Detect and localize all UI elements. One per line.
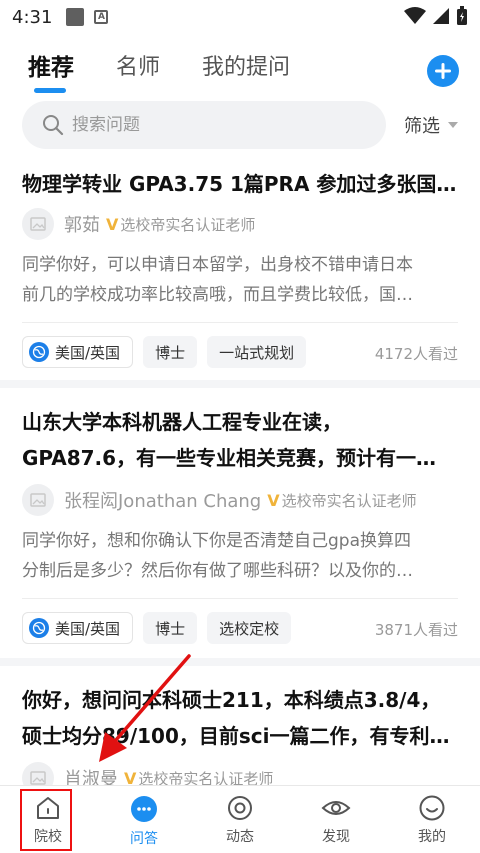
tag-region[interactable]: 美国/英国 xyxy=(22,336,134,368)
filter-button[interactable]: 筛选 xyxy=(404,112,458,138)
tag-label: 选校定校 xyxy=(219,619,280,638)
tab-my-questions[interactable]: 我的提问 xyxy=(202,48,290,88)
author-row[interactable]: 郭茹 V 选校帝实名认证老师 xyxy=(22,208,255,240)
question-card[interactable]: 物理学转业 GPA3.75 1篇PRA 参加过多张国… 郭茹 V 选校帝实名认证… xyxy=(0,160,480,382)
nav-item-mine[interactable]: 我的 xyxy=(384,786,480,853)
tab-label: 我的提问 xyxy=(202,55,291,80)
status-time: 4:31 xyxy=(12,6,53,28)
question-title: 物理学转业 GPA3.75 1篇PRA 参加过多张国… xyxy=(22,166,458,202)
search-input[interactable] xyxy=(72,115,352,135)
circle-dot-icon xyxy=(228,796,252,820)
tab-teachers[interactable]: 名师 xyxy=(116,48,160,88)
tag-label: 一站式规划 xyxy=(219,343,295,362)
answer-line: 分制后是多少？然后你有做了哪些科研？以及你的… xyxy=(22,561,413,581)
search-bar[interactable] xyxy=(22,101,386,149)
chat-bubble-icon xyxy=(131,796,157,822)
notification-a-icon: A xyxy=(94,10,109,24)
nav-item-schools[interactable]: 院校 xyxy=(0,786,96,853)
tag-label: 博士 xyxy=(155,619,186,638)
bottom-nav: 院校 问答 动态 发现 我的 xyxy=(0,785,480,853)
tag-label: 博士 xyxy=(155,343,186,362)
view-count: 3871人看过 xyxy=(374,621,458,639)
answer-preview: 同学你好，可以申请日本留学，出身校不错申请日本 前几的学校成功率比较高哦，而且学… xyxy=(22,250,458,310)
notification-square-icon xyxy=(66,8,85,26)
tag-row: 美国/英国 博士 选校定校 xyxy=(22,612,301,644)
tab-recommend[interactable]: 推荐 xyxy=(28,48,74,93)
nav-label: 院校 xyxy=(34,829,62,845)
card-separator xyxy=(0,380,480,388)
tag-label: 美国/英国 xyxy=(55,343,121,362)
header-tabs: 推荐 名师 我的提问 xyxy=(28,48,332,93)
verified-v-icon: V xyxy=(124,768,137,786)
answer-line: 同学你好，想和你确认下你是否清楚自己gpa换算四 xyxy=(22,531,411,551)
signal-icon xyxy=(433,8,449,24)
status-icons xyxy=(404,6,468,26)
dropdown-triangle-icon xyxy=(448,122,458,128)
globe-icon xyxy=(29,618,49,638)
search-icon xyxy=(43,115,64,136)
status-bar: 4:31 A xyxy=(0,0,480,34)
question-title-line: 你好，想问问本科硕士211，本科绩点3.8/4， xyxy=(22,688,441,712)
question-title-line: 物理学转业 GPA3.75 1篇PRA 参加过多张国… xyxy=(22,172,457,196)
tag-region[interactable]: 美国/英国 xyxy=(22,612,134,644)
answer-line: 同学你好，可以申请日本留学，出身校不错申请日本 xyxy=(22,255,413,275)
active-tab-indicator xyxy=(34,88,66,93)
card-separator xyxy=(0,658,480,666)
nav-label: 发现 xyxy=(322,829,350,845)
filter-label: 筛选 xyxy=(404,116,440,137)
tag-service[interactable]: 一站式规划 xyxy=(207,336,307,368)
tab-label: 名师 xyxy=(116,55,161,80)
answer-line: 前几的学校成功率比较高哦，而且学费比较低，国… xyxy=(22,285,413,305)
image-placeholder-icon xyxy=(30,771,46,785)
home-icon xyxy=(37,797,59,819)
divider xyxy=(22,598,458,599)
verified-v-icon: V xyxy=(106,214,119,234)
wifi-icon xyxy=(404,7,426,24)
nav-item-discover[interactable]: 发现 xyxy=(288,786,384,853)
author-row[interactable]: 肖淑曼 V 选校帝实名认证老师 xyxy=(22,762,273,785)
answer-preview: 同学你好，想和你确认下你是否清楚自己gpa换算四 分制后是多少？然后你有做了哪些… xyxy=(22,526,458,586)
tag-degree[interactable]: 博士 xyxy=(143,612,198,644)
image-placeholder-icon xyxy=(30,493,46,507)
tag-label: 美国/英国 xyxy=(55,619,121,638)
add-question-button[interactable] xyxy=(427,55,459,87)
tab-label: 推荐 xyxy=(28,55,74,81)
question-title-line: GPA87.6，有一些专业相关竞赛，预计有一… xyxy=(22,446,437,470)
smiley-icon xyxy=(419,795,445,821)
author-row[interactable]: 张程闳Jonathan Chang V 选校帝实名认证老师 xyxy=(22,484,417,516)
verified-v-icon: V xyxy=(267,490,280,510)
question-title: 你好，想问问本科硕士211，本科绩点3.8/4， 硕士均分89/100，目前sc… xyxy=(22,682,458,754)
avatar xyxy=(22,208,54,240)
eye-icon xyxy=(321,801,351,815)
author-name: 张程闳Jonathan Chang xyxy=(64,491,262,512)
question-card[interactable]: 山东大学本科机器人工程专业在读， GPA87.6，有一些专业相关竞赛，预计有一…… xyxy=(0,388,480,658)
nav-label: 我的 xyxy=(418,829,446,845)
view-count: 4172人看过 xyxy=(374,345,458,363)
battery-icon xyxy=(457,6,467,25)
tag-degree[interactable]: 博士 xyxy=(143,336,198,368)
divider xyxy=(22,322,458,323)
question-card[interactable]: 你好，想问问本科硕士211，本科绩点3.8/4， 硕士均分89/100，目前sc… xyxy=(0,666,480,785)
nav-item-qa[interactable]: 问答 xyxy=(96,786,192,853)
plus-icon xyxy=(435,63,451,79)
question-title: 山东大学本科机器人工程专业在读， GPA87.6，有一些专业相关竞赛，预计有一… xyxy=(22,404,458,476)
nav-item-feed[interactable]: 动态 xyxy=(192,786,288,853)
tag-service[interactable]: 选校定校 xyxy=(207,612,292,644)
globe-icon xyxy=(29,342,49,362)
verify-text: 选校帝实名认证老师 xyxy=(138,769,274,786)
nav-label: 问答 xyxy=(130,831,158,847)
image-placeholder-icon xyxy=(30,217,46,231)
author-name: 肖淑曼 xyxy=(64,769,118,785)
avatar xyxy=(22,484,54,516)
author-name: 郭茹 xyxy=(64,215,100,236)
nav-label: 动态 xyxy=(226,829,254,845)
question-title-line: 山东大学本科机器人工程专业在读， xyxy=(22,410,342,434)
verify-text: 选校帝实名认证老师 xyxy=(120,215,256,234)
question-title-line: 硕士均分89/100，目前sci一篇二作，有专利… xyxy=(22,724,450,748)
verify-text: 选校帝实名认证老师 xyxy=(281,491,417,510)
avatar xyxy=(22,762,54,785)
tag-row: 美国/英国 博士 一站式规划 xyxy=(22,336,316,368)
